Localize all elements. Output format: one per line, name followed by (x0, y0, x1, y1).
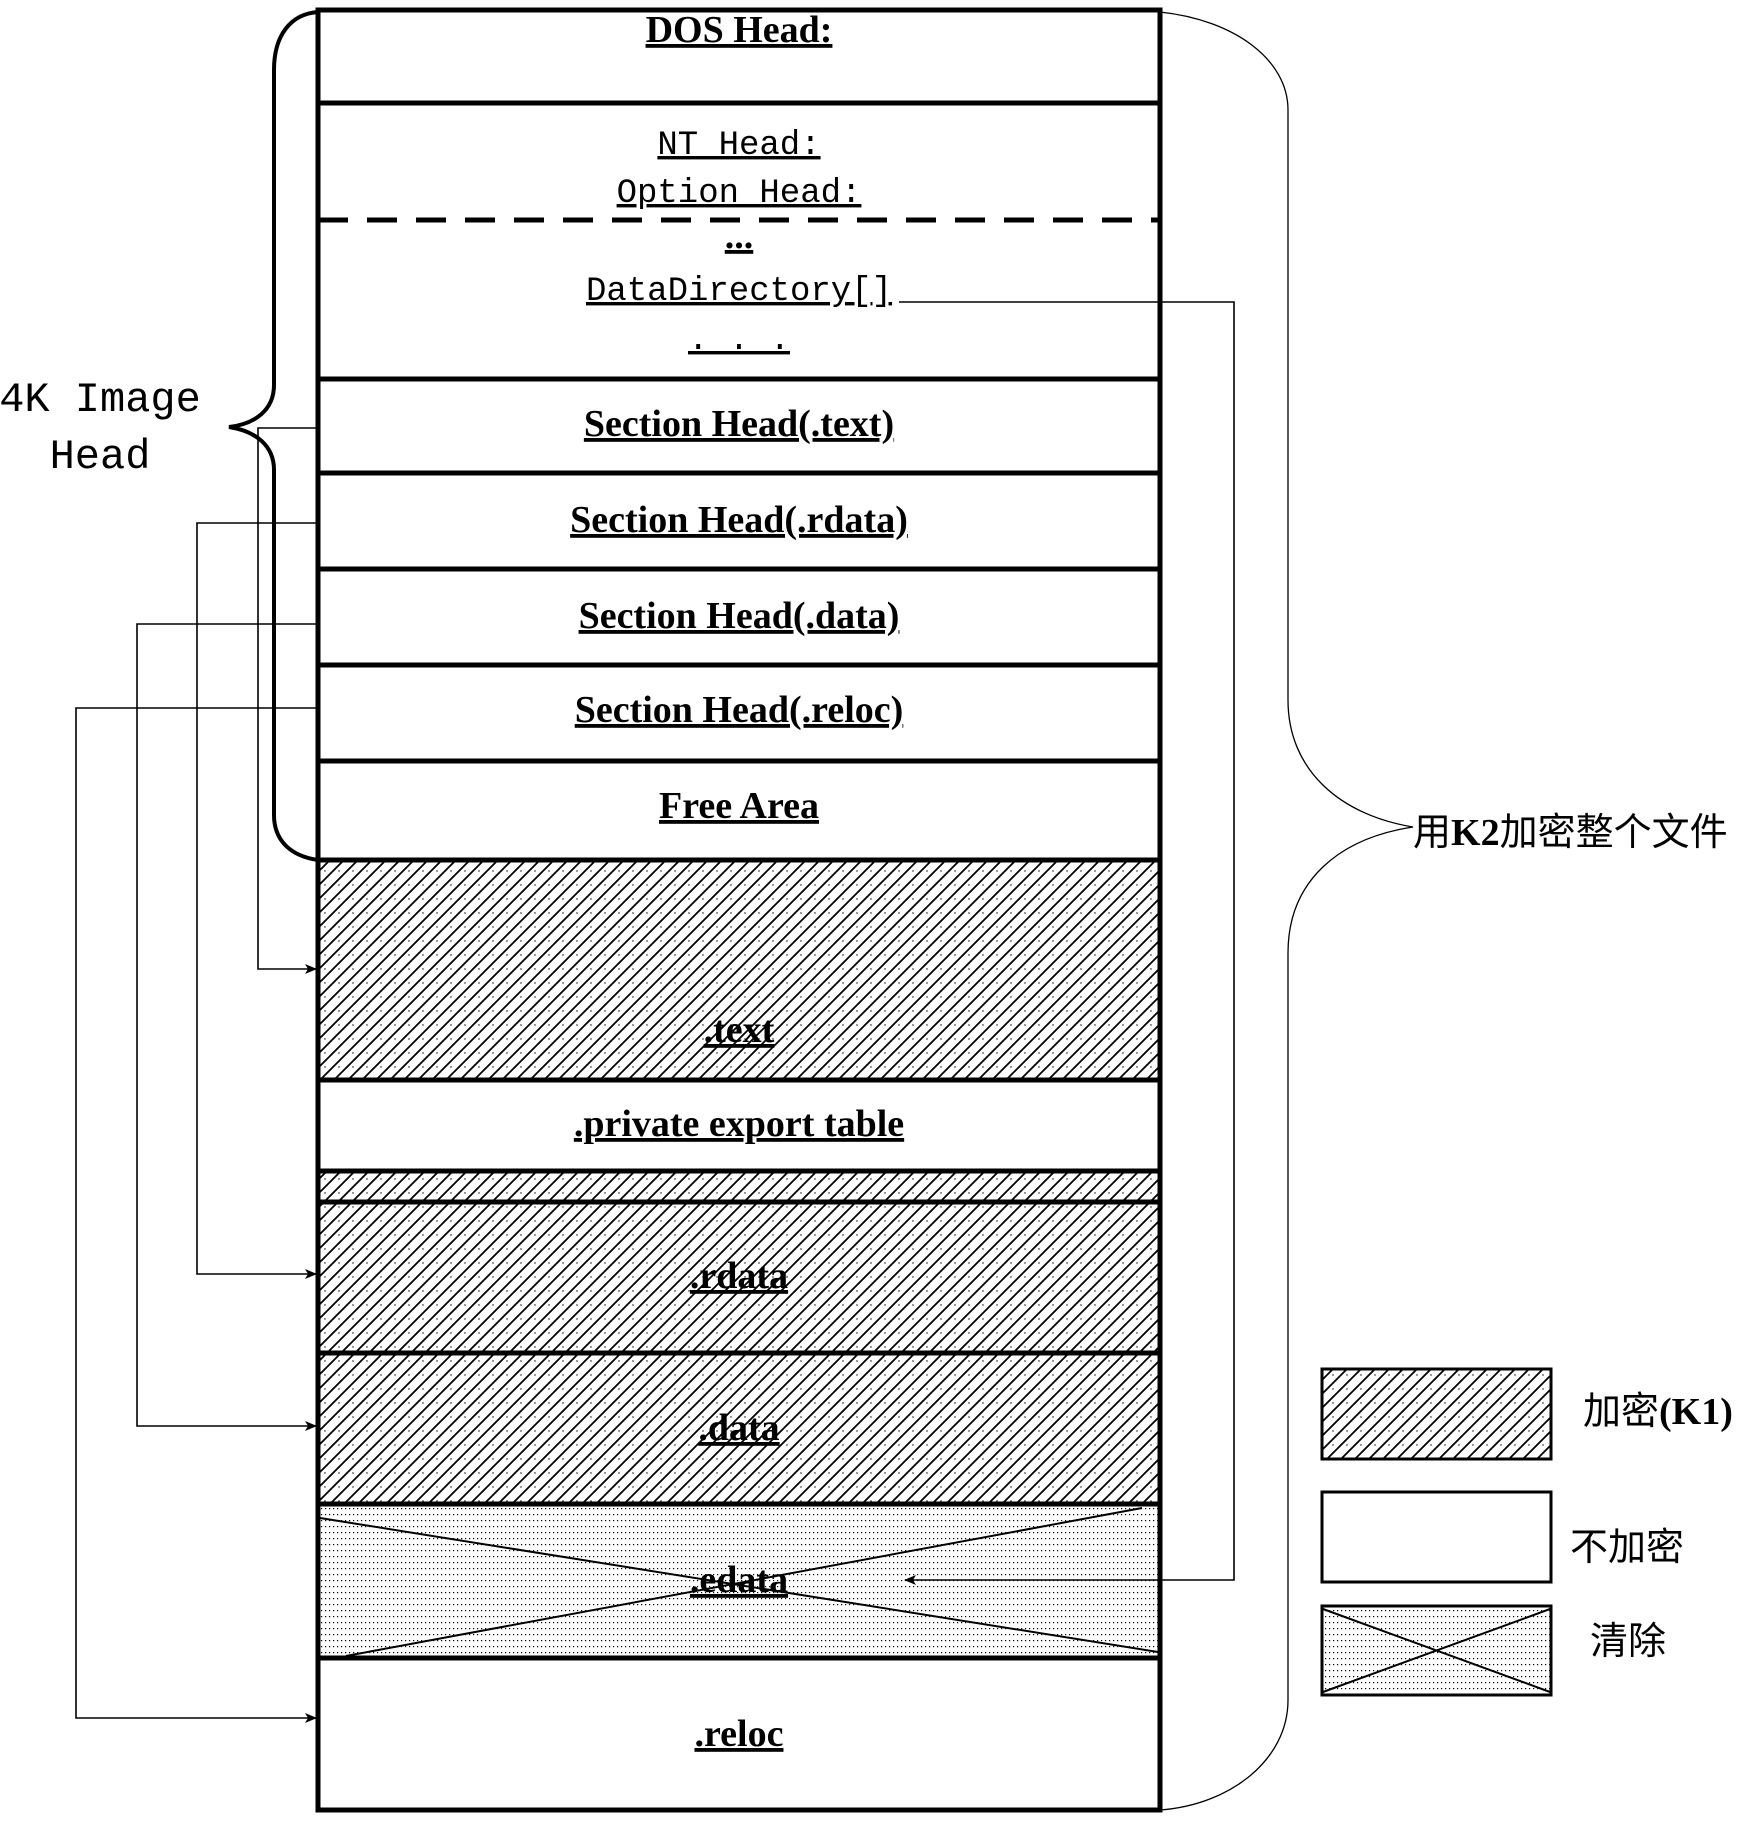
nt-head-label: NT Head: (657, 127, 820, 165)
ellipsis-top: ... (725, 215, 754, 257)
section-head-text-label: Section Head(.text) (584, 403, 894, 445)
pe-layout-diagram: DOS Head: NT Head: Option Head: ... Data… (0, 7, 1733, 1813)
whole-file-brace-label: 用K2加密整个文件 (1413, 810, 1728, 854)
section-data-label: .data (698, 1407, 779, 1449)
section-head-data-label: Section Head(.data) (579, 595, 900, 637)
legend-encrypted-label-prefix: 加密 (1583, 1389, 1659, 1433)
section-head-rdata-label: Section Head(.rdata) (570, 499, 908, 541)
section-rdata-label: .rdata (690, 1255, 788, 1297)
section-head-reloc-label: Section Head(.reloc) (575, 689, 904, 731)
section-private-export-label: .private export table (574, 1103, 904, 1145)
brace-label-suffix: 加密整个文件 (1500, 810, 1728, 854)
section-reloc-label: .reloc (695, 1713, 784, 1755)
image-head-brace-label-line2: Head (50, 433, 151, 481)
free-area-label: Free Area (659, 785, 819, 827)
ellipsis-bottom: . . . (688, 322, 790, 360)
brace-label-key: K2 (1451, 812, 1500, 854)
connector-data-section (136, 623, 318, 1431)
connector-text-section (257, 427, 318, 974)
legend-cleared-label: 清除 (1590, 1619, 1666, 1663)
section-edata-label: .edata (690, 1559, 788, 1601)
data-directory-label: DataDirectory[] (586, 273, 892, 311)
legend-plain-label: 不加密 (1570, 1525, 1684, 1569)
legend-plain-swatch (1320, 1490, 1553, 1584)
section-padding-fill (318, 1171, 1160, 1202)
section-text-label: .text (704, 1009, 775, 1051)
dos-head-label: DOS Head: (646, 9, 833, 51)
image-head-brace-label-line1: 4K Image (0, 376, 201, 424)
legend-encrypted-label-key: (K1) (1659, 1391, 1733, 1433)
brace-label-prefix: 用 (1413, 810, 1451, 854)
option-head-label: Option Head: (617, 175, 862, 213)
legend-encrypted-label: 加密(K1) (1583, 1389, 1733, 1433)
legend-encrypted-swatch (1320, 1367, 1553, 1461)
legend: 加密(K1) 不加密 清除 (1320, 1367, 1733, 1697)
image-head-left-brace (228, 10, 319, 862)
